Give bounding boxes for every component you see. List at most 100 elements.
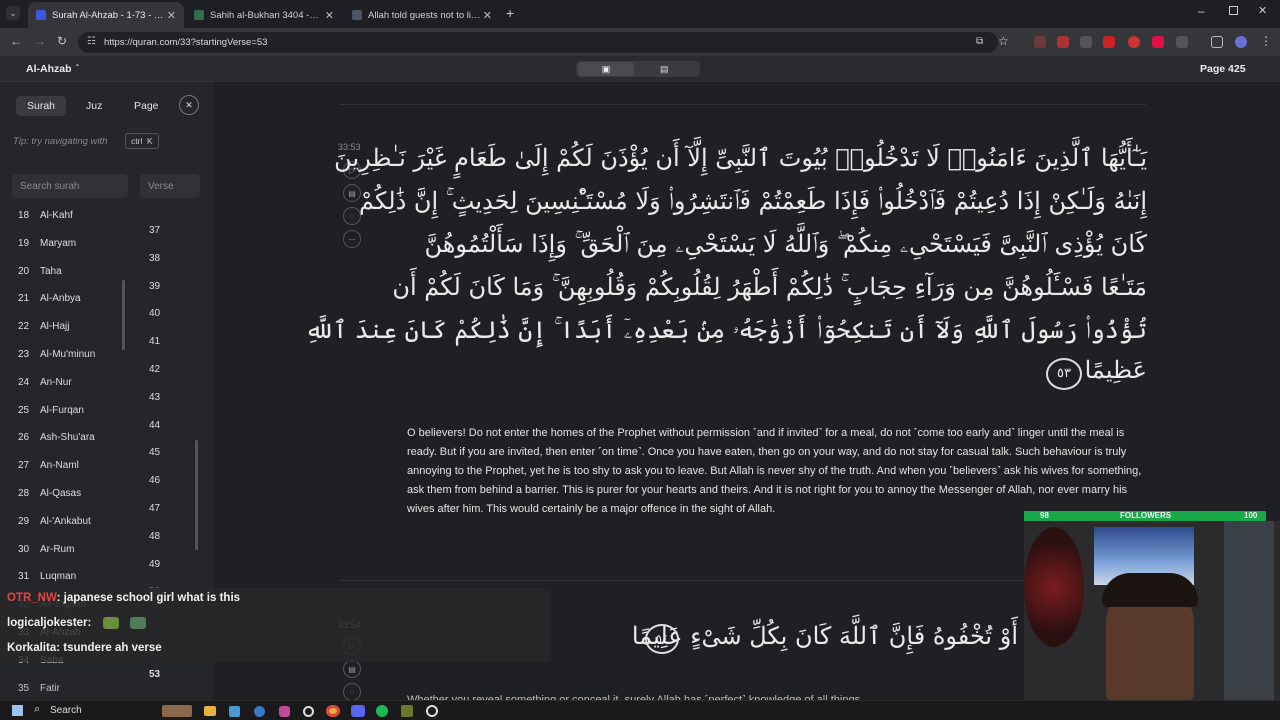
surah-number: 25 [18,404,30,416]
verse-list-item[interactable]: 39 [149,281,160,292]
surah-list-item[interactable]: 29 Al-'Ankabut [18,516,91,530]
search-surah-input[interactable]: Search surah [12,174,128,198]
surah-number: 26 [18,432,30,444]
surah-number: 22 [18,321,30,333]
surah-number: 20 [18,265,30,277]
chat-message: logicaljokester: [7,617,146,629]
tab-close-icon[interactable]: ✕ [483,9,492,22]
surah-list-item[interactable]: 28 Al-Qasas [18,488,81,502]
reading-mode-icon[interactable]: ▤ [660,62,669,76]
verse-list-item[interactable]: 44 [149,420,160,431]
taskbar-app-icon[interactable] [162,705,192,717]
chrome-icon[interactable] [326,705,340,717]
bookmark-star-icon[interactable]: ☆ [998,34,1009,48]
surah-name: Al-'Ankabut [40,515,91,527]
discord-icon[interactable] [351,705,365,717]
surah-number: 35 [18,682,30,694]
new-tab-icon[interactable]: + [506,5,514,21]
site-info-icon[interactable]: ☷ [87,36,96,47]
verse-list-item[interactable]: 49 [149,559,160,570]
arabic-line: تُؤْذُوا۟ رَسُولَ ٱللَّهِ وَلَآ أَن تَنك… [304,316,1147,344]
extension-icon[interactable] [1152,36,1164,48]
extension-icon[interactable] [1128,36,1140,48]
file-explorer-icon[interactable] [204,706,216,716]
tab-search-icon[interactable]: ⌄ [6,6,20,20]
profile-avatar[interactable] [1235,36,1247,48]
close-window-icon[interactable]: ✕ [1258,4,1267,17]
windows-start-icon[interactable] [12,705,23,716]
extensions-puzzle-icon[interactable] [1176,36,1188,48]
surah-list-item[interactable]: 23 Al-Mu'minun [18,349,95,363]
tab-juz[interactable]: Juz [86,96,102,116]
surah-list-item[interactable]: 27 An-Naml [18,460,79,474]
surah-list-item[interactable]: 20 Taha [18,266,62,280]
taskbar-app-icon[interactable] [426,705,438,717]
more-options-icon[interactable]: ⋯ [343,230,361,248]
verse-input[interactable]: Verse [140,174,200,198]
tab-article[interactable]: Allah told guests not to linger after ✕ [344,2,500,28]
surah-list-item[interactable]: 24 An-Nur [18,377,72,391]
reading-mode-toggle: ▣ ▤ [576,61,700,77]
verse-list-item[interactable]: 42 [149,364,160,375]
tab-close-icon[interactable]: ✕ [167,9,176,22]
chat-text: : tsundere ah verse [56,642,162,654]
surah-list-item[interactable]: 25 Al-Furqan [18,405,84,419]
extension-icon[interactable] [1034,36,1046,48]
browser-menu-icon[interactable]: ⋮ [1260,34,1272,48]
url-field[interactable]: ☷ https://quran.com/33?startingVerse=53 … [78,32,998,53]
verse-number: ٥٣ [1057,366,1071,381]
followers-count: 98 [1040,511,1049,520]
tab-surah[interactable]: Surah [16,96,66,116]
surah-name: Taha [40,265,62,277]
maximize-icon[interactable] [1229,6,1238,15]
tab-bukhari[interactable]: Sahih al-Bukhari 3404 - Prophets ✕ [186,2,342,28]
spotify-icon[interactable] [376,705,388,717]
extension-icon[interactable] [1080,36,1092,48]
verse-list-item[interactable]: 37 [149,225,160,236]
install-app-icon[interactable]: ⧉ [976,36,983,47]
reload-icon[interactable]: ↻ [57,34,67,48]
verse-list-item[interactable]: 45 [149,447,160,458]
verse-list-scrollbar[interactable] [195,440,198,550]
close-sidebar-icon[interactable]: ✕ [179,95,199,115]
tafsir-book-icon[interactable]: ▤ [343,660,361,678]
verse-list-item[interactable]: 40 [149,308,160,319]
reflection-icon[interactable]: ◌ [343,683,361,701]
surah-list-item[interactable]: 35 Fatir [18,683,60,697]
back-icon[interactable]: ← [10,34,22,48]
surah-list-item[interactable]: 18 Al-Kahf [18,210,73,224]
taskbar-search-icon[interactable]: ⌕ [34,703,40,716]
surah-list-item[interactable]: 26 Ash-Shu'ara [18,432,95,446]
surah-list-item[interactable]: 22 Al-Hajj [18,321,69,335]
surah-list-item[interactable]: 30 Ar-Rum [18,544,74,558]
verse-list-item[interactable]: 47 [149,503,160,514]
surah-list-scrollbar[interactable] [122,280,125,350]
translation-mode-icon[interactable]: ▣ [578,62,634,76]
forward-icon[interactable]: → [34,34,46,48]
extension-icon[interactable] [1103,36,1115,48]
tab-close-icon[interactable]: ✕ [325,9,334,22]
chevron-up-icon[interactable]: ⌃ [74,63,81,72]
tab-quran[interactable]: Surah Al-Ahzab - 1-73 - Quran.com ✕ [28,2,184,28]
extension-icon[interactable] [1057,36,1069,48]
verse-list-item[interactable]: 48 [149,531,160,542]
verse-list-item[interactable]: 46 [149,475,160,486]
surah-name: Luqman [40,571,77,583]
tab-page[interactable]: Page [134,96,159,116]
verse-list-item[interactable]: 53 [149,669,160,680]
verse-list-item[interactable]: 43 [149,392,160,403]
surah-list-item[interactable]: 31 Luqman [18,571,76,585]
surah-list-item[interactable]: 19 Maryam [18,238,76,252]
verse-list-item[interactable]: 41 [149,336,160,347]
surah-title[interactable]: Al-Ahzab [26,63,72,75]
surah-list-item[interactable]: 21 Al-Anbya [18,293,81,307]
minimize-icon[interactable]: – [1198,4,1205,18]
taskbar-app-icon[interactable] [229,706,240,717]
side-panel-icon[interactable] [1211,36,1223,48]
taskbar-app-icon[interactable] [401,705,413,717]
taskbar-app-icon[interactable] [254,706,265,717]
taskbar-app-icon[interactable] [303,706,314,717]
taskbar-search-label[interactable]: Search [50,705,82,716]
verse-list-item[interactable]: 38 [149,253,160,264]
taskbar-app-icon[interactable] [279,706,290,717]
